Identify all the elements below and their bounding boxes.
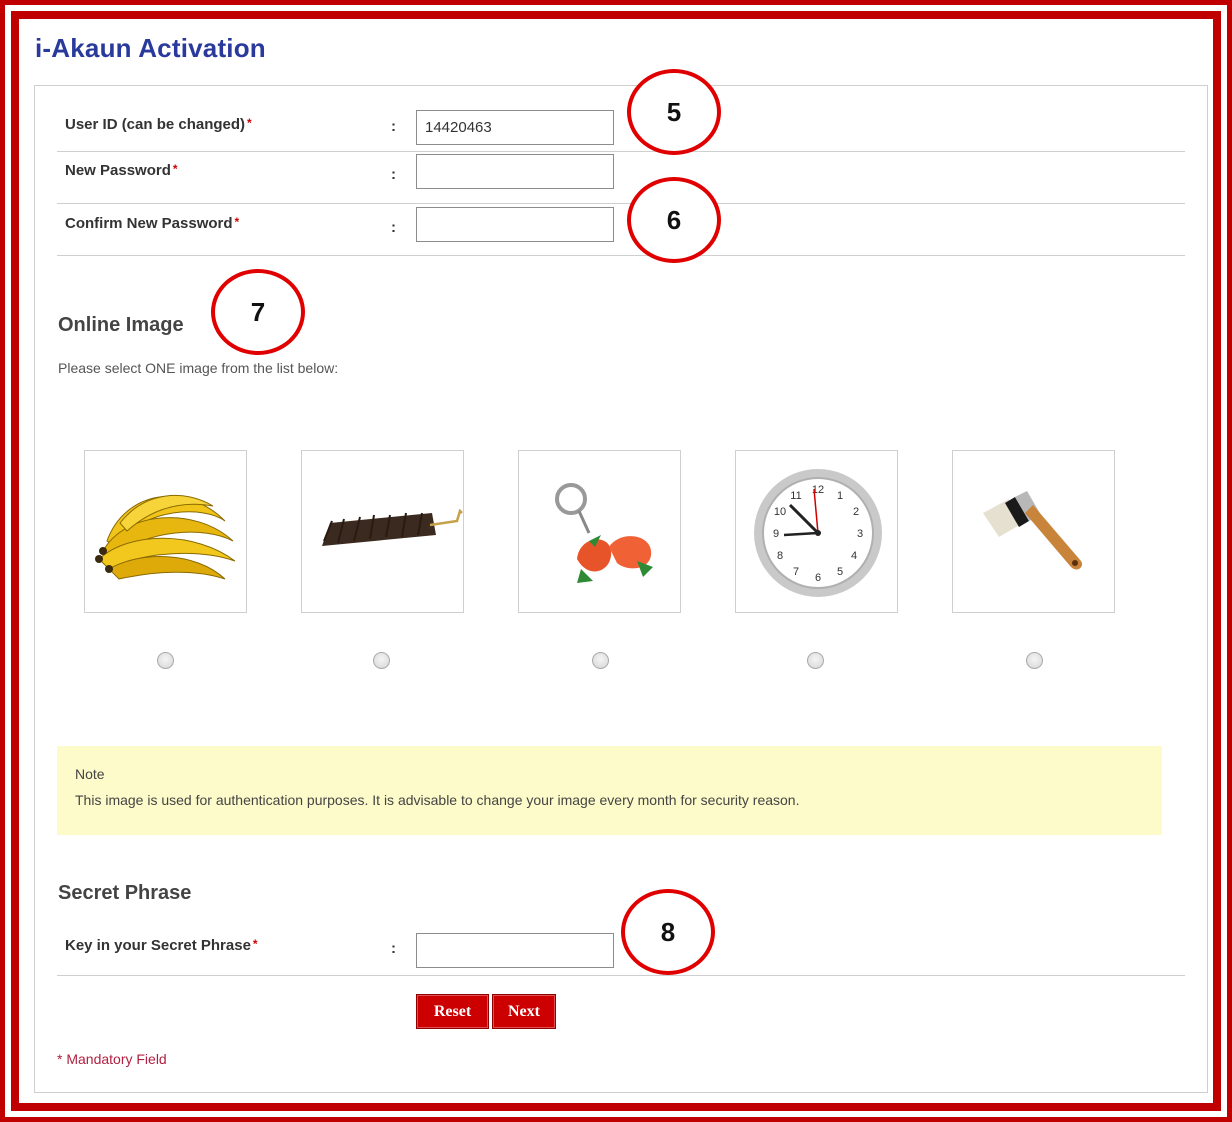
new-password-label-text: New Password <box>65 162 171 179</box>
confirm-password-label: Confirm New Password * <box>65 215 239 232</box>
required-mark: * <box>252 937 258 951</box>
image-option-duster[interactable] <box>301 450 464 613</box>
svg-text:7: 7 <box>793 566 799 578</box>
banana-icon <box>95 495 236 580</box>
callout-8: 8 <box>621 889 715 975</box>
callout-6: 6 <box>627 177 721 263</box>
mandatory-text: Mandatory Field <box>66 1051 167 1067</box>
confirm-password-input[interactable] <box>416 207 614 242</box>
svg-text:4: 4 <box>851 550 857 562</box>
colon: : <box>391 940 396 957</box>
image-radio-keychain[interactable] <box>592 652 609 669</box>
colon: : <box>391 166 396 183</box>
image-option-clock[interactable]: 12 1 2 345 678 9 10 11 <box>735 450 898 613</box>
confirm-password-label-text: Confirm New Password <box>65 215 233 232</box>
reset-button[interactable]: Reset <box>416 994 489 1029</box>
svg-text:1: 1 <box>837 490 843 502</box>
image-radio-paintbrush[interactable] <box>1026 652 1043 669</box>
wall-clock-icon: 12 12 345 678 91011 <box>754 469 882 597</box>
next-button[interactable]: Next <box>492 994 556 1029</box>
callout-7: 7 <box>211 269 305 355</box>
mandatory-field-note: * Mandatory Field <box>57 1051 167 1067</box>
note-title: Note <box>75 766 105 782</box>
svg-text:2: 2 <box>853 506 859 518</box>
note-text: This image is used for authentication pu… <box>75 792 800 808</box>
required-mark: * <box>172 162 178 176</box>
new-password-label: New Password * <box>65 162 178 179</box>
svg-text:10: 10 <box>774 506 786 518</box>
page-title: i-Akaun Activation <box>35 33 266 63</box>
svg-text:9: 9 <box>773 528 779 540</box>
online-image-instruction: Please select ONE image from the list be… <box>58 360 339 376</box>
image-radio-clock[interactable] <box>807 652 824 669</box>
colon: : <box>391 118 396 135</box>
activation-page: i-Akaun Activation User ID (can be chang… <box>19 19 1213 1103</box>
image-option-banana[interactable] <box>84 450 247 613</box>
required-mark: * <box>247 116 252 130</box>
duster-brush-icon <box>322 508 463 546</box>
svg-text:8: 8 <box>777 550 783 562</box>
new-password-row: New Password * : <box>57 152 1185 204</box>
callout-5: 5 <box>627 69 721 155</box>
user-id-label-text: User ID (can be changed) <box>65 116 246 133</box>
svg-text:6: 6 <box>815 572 821 584</box>
secret-phrase-input[interactable] <box>416 933 614 968</box>
keychain-icon <box>555 483 653 583</box>
note-box: Note This image is used for authenticati… <box>57 746 1162 835</box>
image-option-keychain[interactable] <box>518 450 681 613</box>
secret-phrase-label-text: Key in your Secret Phrase <box>65 937 251 954</box>
user-id-label: User ID (can be changed) * <box>65 116 252 133</box>
secret-phrase-heading: Secret Phrase <box>58 882 192 904</box>
image-radio-banana[interactable] <box>157 652 174 669</box>
svg-text:5: 5 <box>837 566 843 578</box>
colon: : <box>391 219 396 236</box>
user-id-row: User ID (can be changed) * : <box>57 100 1185 152</box>
confirm-password-row: Confirm New Password * : <box>57 204 1185 256</box>
mandatory-mark: * <box>57 1051 63 1067</box>
new-password-input[interactable] <box>416 154 614 189</box>
svg-text:11: 11 <box>790 490 801 502</box>
activation-form-panel: User ID (can be changed)* : New Password… <box>34 85 1208 1093</box>
image-radio-duster[interactable] <box>373 652 390 669</box>
user-id-input[interactable] <box>416 110 614 145</box>
secret-phrase-label: Key in your Secret Phrase * <box>65 937 258 954</box>
svg-text:3: 3 <box>857 528 863 540</box>
online-image-heading: Online Image <box>58 314 184 336</box>
paint-brush-icon <box>983 491 1083 570</box>
required-mark: * <box>234 215 240 229</box>
image-option-paintbrush[interactable] <box>952 450 1115 613</box>
